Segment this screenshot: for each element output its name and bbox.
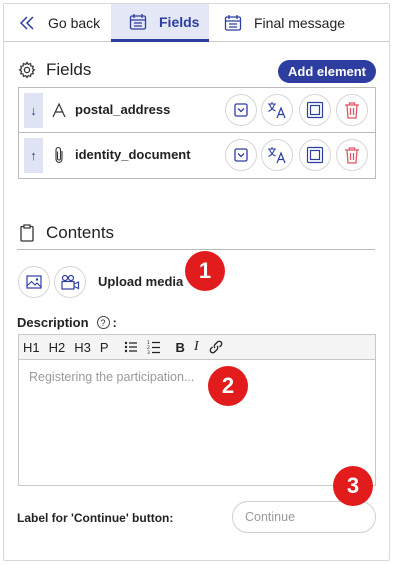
dropdown-button[interactable] xyxy=(225,94,257,126)
contents-divider xyxy=(17,249,375,250)
annotation-marker-1: 1 xyxy=(185,251,225,291)
help-icon[interactable]: ? xyxy=(96,316,110,329)
heading2-button[interactable]: H2 xyxy=(49,338,66,356)
dropdown-icon xyxy=(234,103,248,117)
field-name: identity_document xyxy=(75,147,191,162)
annotation-marker-2: 2 xyxy=(208,366,248,406)
editor-text-area[interactable]: Registering the participation... xyxy=(19,361,375,485)
bullet-list-icon[interactable] xyxy=(124,338,138,356)
arrow-down-icon[interactable]: ↓ xyxy=(24,93,43,128)
image-icon xyxy=(26,275,42,289)
calendar-icon xyxy=(127,12,149,32)
duplicate-button[interactable] xyxy=(299,94,331,126)
duplicate-icon xyxy=(306,101,324,119)
translate-icon xyxy=(268,102,286,119)
numbered-list-icon[interactable]: 123 xyxy=(147,338,161,356)
delete-button[interactable] xyxy=(336,139,368,171)
paragraph-button[interactable]: P xyxy=(100,338,109,356)
tab-go-back[interactable]: Go back xyxy=(16,4,100,42)
description-editor: H1 H2 H3 P 123 B I Registering the parti… xyxy=(18,334,376,486)
svg-text:3: 3 xyxy=(147,350,150,354)
video-camera-icon xyxy=(61,274,80,290)
fields-section-title: Fields xyxy=(46,60,92,79)
editor-toolbar: H1 H2 H3 P 123 B I xyxy=(19,335,375,360)
gear-icon xyxy=(17,60,37,80)
text-icon xyxy=(51,101,67,119)
upload-media-label: Upload media xyxy=(98,274,184,289)
paperclip-icon xyxy=(51,146,67,164)
fields-section-header: Fields xyxy=(17,60,91,80)
field-list: ↓ postal_address ↑ identity_document xyxy=(18,87,376,179)
translate-icon xyxy=(268,147,286,164)
translate-button[interactable] xyxy=(261,94,293,126)
tab-bar: Go back Fields Final message xyxy=(4,4,389,42)
annotation-marker-3: 3 xyxy=(333,466,373,506)
link-icon[interactable] xyxy=(208,338,224,356)
upload-video-button[interactable] xyxy=(54,266,86,298)
translate-button[interactable] xyxy=(261,139,293,171)
trash-icon xyxy=(345,102,359,119)
tab-fields-label: Fields xyxy=(159,13,200,30)
add-element-button[interactable]: Add element xyxy=(278,60,376,83)
description-label: Description ? : xyxy=(17,315,117,330)
dropdown-button[interactable] xyxy=(225,139,257,171)
heading3-button[interactable]: H3 xyxy=(74,338,91,356)
italic-icon[interactable]: I xyxy=(194,338,199,356)
clipboard-icon xyxy=(17,223,37,243)
delete-button[interactable] xyxy=(336,94,368,126)
tab-final-message-label: Final message xyxy=(254,15,346,31)
field-row: ↓ postal_address xyxy=(19,88,375,133)
dropdown-icon xyxy=(234,148,248,162)
upload-image-button[interactable] xyxy=(18,266,50,298)
bold-icon[interactable]: B xyxy=(176,338,185,356)
description-label-suffix: : xyxy=(112,315,117,330)
contents-section-header: Contents xyxy=(17,223,114,243)
calendar-icon xyxy=(222,13,244,33)
tab-final-message[interactable]: Final message xyxy=(222,4,345,42)
field-row: ↑ identity_document xyxy=(19,133,375,178)
description-label-text: Description xyxy=(17,315,89,330)
duplicate-icon xyxy=(306,146,324,164)
arrow-up-icon[interactable]: ↑ xyxy=(24,138,43,173)
tab-go-back-label: Go back xyxy=(48,15,101,31)
field-name: postal_address xyxy=(75,102,171,117)
duplicate-button[interactable] xyxy=(299,139,331,171)
heading1-button[interactable]: H1 xyxy=(23,338,40,356)
continue-button-label: Label for 'Continue' button: xyxy=(17,511,174,525)
trash-icon xyxy=(345,147,359,164)
double-chevron-left-icon xyxy=(16,13,38,33)
contents-section-title: Contents xyxy=(46,223,115,242)
tab-fields[interactable]: Fields xyxy=(111,4,209,42)
